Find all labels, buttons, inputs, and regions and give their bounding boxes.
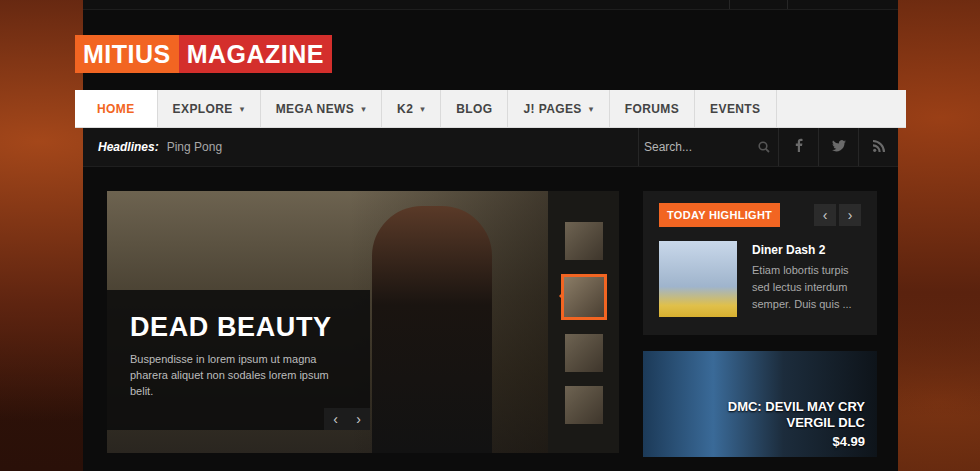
menu-item[interactable]: EVENTS [695, 90, 776, 127]
top-strip [83, 0, 898, 10]
next-slide-button[interactable]: › [347, 408, 370, 430]
slide-caption: DEAD BEAUTYBuspendisse in lorem ipsum ut… [107, 290, 370, 430]
featured-slider: DEAD BEAUTYBuspendisse in lorem ipsum ut… [107, 191, 619, 453]
menu-item[interactable]: BLOG [441, 90, 508, 127]
menu-item[interactable]: HOME [75, 90, 158, 127]
highlight-title[interactable]: Diner Dash 2 [752, 243, 861, 257]
dropdown-caret-icon: ▾ [589, 104, 594, 114]
site-logo[interactable]: MITIUSMAGAZINE [75, 35, 332, 73]
search-box [638, 128, 778, 166]
facebook-icon[interactable] [795, 138, 803, 156]
page-container: MITIUSMAGAZINEHOMEEXPLORE▾MEGA NEWS▾K2▾B… [83, 0, 898, 471]
menu-item[interactable]: EXPLORE▾ [158, 90, 261, 127]
next-button[interactable]: › [839, 204, 861, 226]
menu-item[interactable]: J! PAGES▾ [508, 90, 609, 127]
rss-icon[interactable] [873, 138, 885, 156]
menu-item[interactable]: MEGA NEWS▾ [261, 90, 382, 127]
headline-link[interactable]: Ping Pong [167, 140, 222, 154]
dropdown-caret-icon: ▾ [361, 104, 366, 114]
slide-thumbnail[interactable] [561, 274, 607, 320]
search-input[interactable] [639, 140, 750, 154]
header: MITIUSMAGAZINE [75, 10, 898, 90]
rss-link[interactable] [858, 128, 898, 166]
headline-bar: Headlines:Ping Pong [83, 128, 898, 167]
twitter-link[interactable] [818, 128, 858, 166]
facebook-link[interactable] [778, 128, 818, 166]
ad-price: $4.99 [832, 434, 865, 449]
highlight-thumbnail[interactable] [659, 241, 737, 317]
slide-title[interactable]: DEAD BEAUTY [130, 312, 370, 343]
highlight-item: Diner Dash 2Etiam lobortis turpis sed le… [659, 241, 861, 317]
prev-button[interactable]: ‹ [814, 204, 836, 226]
headlines-ticker: Headlines:Ping Pong [83, 128, 638, 166]
menu-item[interactable]: K2▾ [382, 90, 441, 127]
slide-thumbnails [548, 191, 619, 453]
slide-thumbnail[interactable] [565, 334, 603, 372]
ad-banner[interactable]: DMC: DEVIL MAY CRYVERGIL DLC$4.99 [643, 351, 877, 457]
menu-item[interactable]: FORUMS [610, 90, 695, 127]
content-area: DEAD BEAUTYBuspendisse in lorem ipsum ut… [83, 167, 898, 457]
dropdown-caret-icon: ▾ [420, 104, 425, 114]
search-icon[interactable] [750, 141, 778, 153]
module-title: TODAY HIGHLIGHT [659, 203, 780, 227]
slide-image[interactable]: DEAD BEAUTYBuspendisse in lorem ipsum ut… [107, 191, 548, 453]
twitter-icon[interactable] [832, 138, 846, 156]
sidebar: TODAY HIGHLIGHT ‹› Diner Dash 2Etiam lobor… [643, 191, 877, 457]
prev-slide-button[interactable]: ‹ [324, 408, 347, 430]
today-highlight-module: TODAY HIGHLIGHT ‹› Diner Dash 2Etiam lobor… [643, 191, 877, 335]
main-menu: HOMEEXPLORE▾MEGA NEWS▾K2▾BLOGJ! PAGES▾FO… [75, 90, 906, 128]
slide-thumbnail[interactable] [565, 386, 603, 424]
slide-thumbnail[interactable] [565, 222, 603, 260]
dropdown-caret-icon: ▾ [240, 104, 245, 114]
